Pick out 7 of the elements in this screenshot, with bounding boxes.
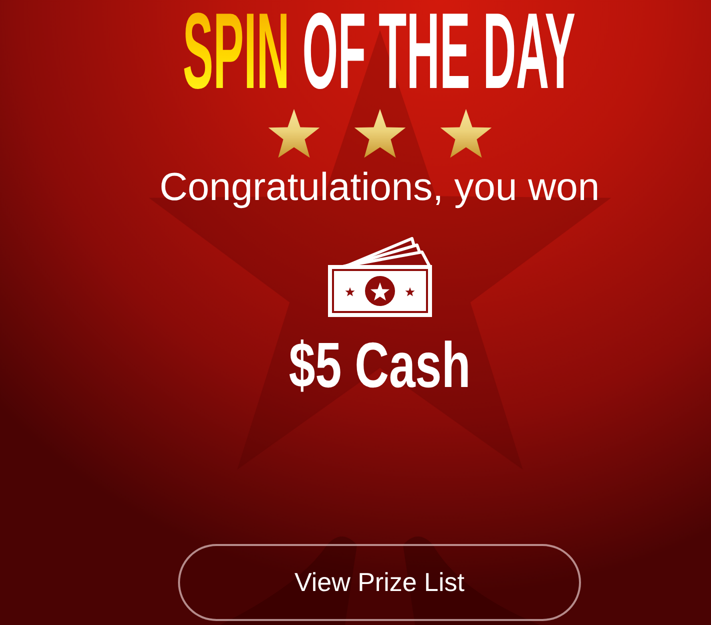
- star-icon: [440, 108, 492, 158]
- congratulations-message: Congratulations, you won: [159, 166, 600, 211]
- title-text: OF THE DAY: [302, 5, 576, 97]
- star-icon: [268, 108, 320, 158]
- cash-icon: [328, 236, 432, 317]
- star-icon: [354, 108, 406, 158]
- prize-amount: $5 Cash: [288, 332, 470, 397]
